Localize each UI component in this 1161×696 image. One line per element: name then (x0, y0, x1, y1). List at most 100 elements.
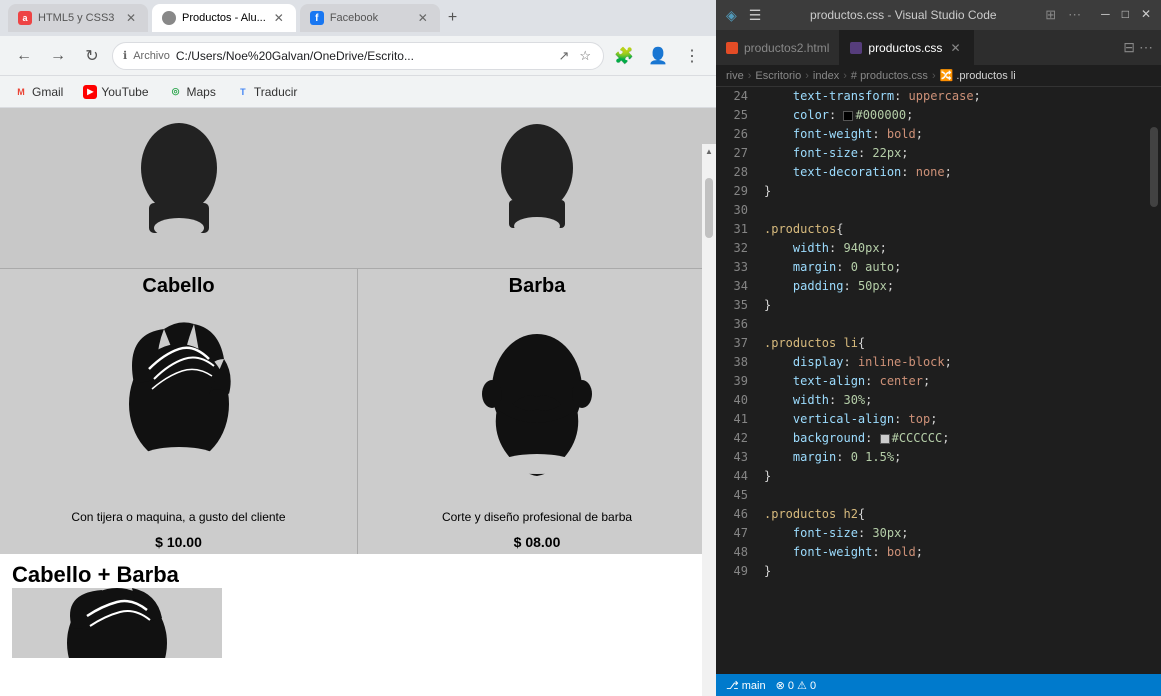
browser-titlebar: a HTML5 y CSS3 ✕ Productos - Alu... ✕ f … (0, 0, 716, 36)
tab-productos-css[interactable]: productos.css ✕ (840, 30, 973, 65)
bookmark-youtube[interactable]: ▶ YouTube (77, 83, 154, 101)
code-line-39: text-align: center; (764, 372, 1147, 391)
scrollbar-thumb[interactable] (705, 178, 713, 238)
more-options-icon[interactable]: ⋯ (1139, 39, 1153, 56)
line-number-37: 37 (716, 334, 748, 353)
tab-icon-prod (162, 11, 176, 25)
html-file-icon (726, 42, 738, 54)
line-number-43: 43 (716, 448, 748, 467)
tab-facebook-close[interactable]: ✕ (416, 11, 430, 25)
tab-css-close[interactable]: ✕ (948, 41, 962, 55)
product-images-row (0, 304, 716, 504)
code-editor-content[interactable]: text-transform: uppercase; color: #00000… (756, 87, 1147, 674)
vscode-menu-icons: ☰ (749, 7, 762, 24)
star-icon[interactable]: ☆ (577, 46, 593, 66)
code-line-47: font-size: 30px; (764, 524, 1147, 543)
tab-productos-label: Productos - Alu... (182, 12, 266, 24)
combo-image-box (12, 588, 222, 658)
profile-button[interactable]: 👤 (644, 42, 672, 70)
split-view-icon[interactable]: ⊟ (1123, 39, 1135, 56)
code-line-40: width: 30%; (764, 391, 1147, 410)
line-number-35: 35 (716, 296, 748, 315)
code-line-36 (764, 315, 1147, 334)
translate-icon: T (236, 85, 250, 99)
line-numbers-gutter: 2425262728293031323334353637383940414243… (716, 87, 756, 674)
vscode-editor: 2425262728293031323334353637383940414243… (716, 87, 1161, 674)
breadcrumb-part-2: Escritorio (755, 70, 801, 82)
line-number-33: 33 (716, 258, 748, 277)
editor-scrollbar[interactable] (1147, 87, 1161, 674)
code-line-25: color: #000000; (764, 106, 1147, 125)
breadcrumb: rive › Escritorio › index › # productos.… (716, 65, 1161, 87)
window-maximize-button[interactable]: □ (1122, 7, 1129, 23)
code-line-43: margin: 0 1.5%; (764, 448, 1147, 467)
new-tab-button[interactable]: + (448, 9, 457, 27)
tab-facebook[interactable]: f Facebook ✕ (300, 4, 440, 32)
code-line-26: font-weight: bold; (764, 125, 1147, 144)
line-number-44: 44 (716, 467, 748, 486)
line-number-29: 29 (716, 182, 748, 201)
address-bar[interactable]: ℹ Archivo C:/Users/Noe%20Galvan/OneDrive… (112, 42, 604, 70)
code-line-32: width: 940px; (764, 239, 1147, 258)
line-number-25: 25 (716, 106, 748, 125)
tab-productos[interactable]: Productos - Alu... ✕ (152, 4, 296, 32)
cabello-price: $ 10.00 (0, 530, 358, 554)
tab-html5[interactable]: a HTML5 y CSS3 ✕ (8, 4, 148, 32)
top-image-left (0, 108, 358, 268)
cabello-desc: Con tijera o maquina, a gusto del client… (0, 504, 358, 530)
barba-title-box: Barba (358, 269, 716, 304)
code-line-33: margin: 0 auto; (764, 258, 1147, 277)
line-number-41: 41 (716, 410, 748, 429)
barba-price: $ 08.00 (358, 530, 716, 554)
editor-scrollbar-thumb[interactable] (1150, 127, 1158, 207)
breadcrumb-part-3: index (813, 70, 839, 82)
more-actions-icon[interactable]: ⋯ (1068, 7, 1081, 23)
back-button[interactable]: ← (10, 42, 38, 70)
bookmark-gmail[interactable]: M Gmail (8, 83, 69, 101)
split-editor-icon[interactable]: ⊞ (1045, 7, 1056, 23)
window-minimize-button[interactable]: ─ (1101, 7, 1110, 23)
tab-css-label: productos.css (868, 41, 942, 55)
code-line-45 (764, 486, 1147, 505)
gmail-icon: M (14, 85, 28, 99)
browser-content: Cabello Barba (0, 108, 716, 696)
youtube-icon: ▶ (83, 85, 97, 99)
tab-html5-close[interactable]: ✕ (124, 11, 138, 25)
code-line-30 (764, 201, 1147, 220)
breadcrumb-sep-1: › (748, 70, 752, 82)
bookmark-traducir-label: Traducir (254, 85, 298, 99)
refresh-button[interactable]: ↻ (78, 42, 106, 70)
extensions-button[interactable]: 🧩 (610, 42, 638, 70)
window-close-button[interactable]: ✕ (1141, 7, 1151, 23)
code-line-35: } (764, 296, 1147, 315)
vertical-scrollbar[interactable]: ▲ (702, 144, 716, 696)
code-line-48: font-weight: bold; (764, 543, 1147, 562)
head-silhouette-2 (487, 118, 587, 258)
forward-button[interactable]: → (44, 42, 72, 70)
line-number-42: 42 (716, 429, 748, 448)
product-titles-row: Cabello Barba (0, 268, 716, 304)
line-number-24: 24 (716, 87, 748, 106)
lock-icon: ℹ (123, 49, 127, 62)
combo-title: Cabello + Barba (12, 562, 179, 587)
breadcrumb-sep-4: › (932, 70, 936, 82)
product-desc-row: Con tijera o maquina, a gusto del client… (0, 504, 716, 530)
tab-productos-close[interactable]: ✕ (272, 11, 286, 25)
hamburger-menu-icon[interactable]: ☰ (749, 7, 762, 24)
barba-desc: Corte y diseño profesional de barba (358, 504, 716, 530)
tab-productos2-html[interactable]: productos2.html (716, 30, 840, 65)
menu-button[interactable]: ⋮ (678, 42, 706, 70)
tab-html-label: productos2.html (744, 41, 829, 55)
share-icon[interactable]: ↗ (556, 46, 571, 66)
code-line-44: } (764, 467, 1147, 486)
line-number-38: 38 (716, 353, 748, 372)
breadcrumb-part-1: rive (726, 70, 744, 82)
top-image-right (358, 108, 716, 268)
maps-icon: ◎ (169, 85, 183, 99)
bookmark-traducir[interactable]: T Traducir (230, 83, 304, 101)
line-number-34: 34 (716, 277, 748, 296)
line-number-45: 45 (716, 486, 748, 505)
scroll-up-button[interactable]: ▲ (702, 144, 716, 158)
cabello-title-box: Cabello (0, 269, 358, 304)
bookmark-maps[interactable]: ◎ Maps (163, 83, 222, 101)
